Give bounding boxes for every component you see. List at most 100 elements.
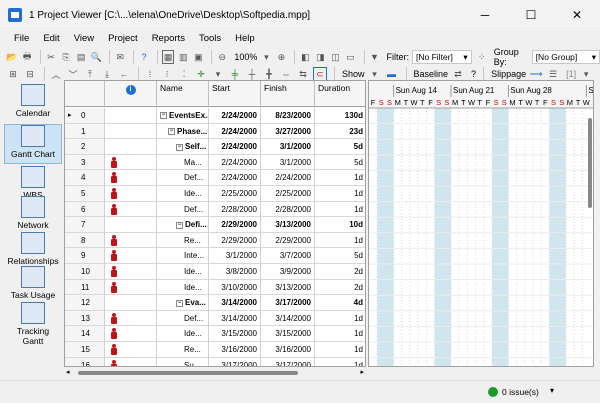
task-duration[interactable]: 2d: [315, 280, 365, 296]
menu-view[interactable]: View: [74, 33, 94, 44]
task-duration[interactable]: 23d: [315, 124, 365, 140]
task-finish[interactable]: 2/28/2000: [261, 201, 315, 218]
task-finish[interactable]: 3/1/2000: [261, 154, 315, 171]
task-name[interactable]: Re...: [157, 232, 209, 249]
cut-icon[interactable]: ✂: [45, 50, 57, 64]
task-name[interactable]: Ide...: [157, 279, 209, 296]
collapse-icon[interactable]: −: [160, 112, 167, 120]
view-network[interactable]: Network: [4, 196, 62, 236]
menu-tools[interactable]: Tools: [199, 33, 221, 44]
split-left-icon[interactable]: ◧: [299, 50, 311, 64]
task-finish[interactable]: 3/17/2000: [261, 295, 315, 311]
task-name[interactable]: Inte...: [157, 248, 209, 264]
task-name[interactable]: Def...: [157, 310, 209, 327]
task-name[interactable]: Def...: [157, 170, 209, 186]
task-name[interactable]: Ma...: [157, 154, 209, 171]
table-row[interactable]: 11 Ide... 3/10/2000 3/13/2000 2d: [65, 279, 365, 296]
vertical-scroll-thumb[interactable]: [588, 118, 592, 208]
image-icon[interactable]: ▣: [192, 50, 204, 64]
collapse-icon[interactable]: −: [176, 143, 183, 151]
task-finish[interactable]: 3/7/2000: [261, 248, 315, 264]
mail-icon[interactable]: ✉: [114, 50, 126, 64]
chevron-up-icon[interactable]: ︿: [49, 67, 63, 81]
color-icon[interactable]: ▬: [385, 67, 399, 81]
fit-width-icon[interactable]: ⇔: [279, 67, 293, 81]
task-duration[interactable]: 5d: [315, 248, 365, 264]
task-name[interactable]: − Eva...: [157, 295, 209, 311]
menu-reports[interactable]: Reports: [152, 33, 185, 44]
help-icon[interactable]: ?: [138, 50, 150, 64]
view-task-usage[interactable]: Task Usage: [4, 266, 62, 306]
outdent-icon[interactable]: ⤓: [100, 67, 114, 81]
zoom-level[interactable]: 100%: [234, 52, 257, 62]
table-row[interactable]: ▸ 0− EventsEx... 2/24/2000 8/23/2000 130d: [65, 108, 365, 124]
split-both-icon[interactable]: ◫: [329, 50, 341, 64]
arrow-left-icon[interactable]: ◂: [66, 368, 70, 376]
table-row[interactable]: 4 Def... 2/24/2000 2/24/2000 1d: [65, 170, 365, 186]
column-header-duration[interactable]: Duration: [315, 81, 365, 107]
task-start[interactable]: 3/8/2000: [209, 264, 261, 280]
task-duration[interactable]: 1d: [315, 358, 365, 366]
copy-icon[interactable]: ⎘: [60, 50, 72, 64]
task-start[interactable]: 2/24/2000: [209, 154, 261, 171]
task-name[interactable]: Ide...: [157, 264, 209, 280]
chevron-down-icon[interactable]: ﹀: [66, 67, 80, 81]
column-header-id[interactable]: [65, 81, 105, 107]
table-row[interactable]: 6 Def... 2/28/2000 2/28/2000 1d: [65, 201, 365, 218]
table-row[interactable]: 14 Ide... 3/15/2000 3/15/2000 1d: [65, 326, 365, 342]
chevron-down-icon[interactable]: ▾: [550, 386, 554, 395]
split-task-icon[interactable]: ⁚: [177, 67, 191, 81]
task-start[interactable]: 2/24/2000: [209, 170, 261, 186]
table-row[interactable]: 2 − Self... 2/24/2000 3/1/2000 5d: [65, 139, 365, 155]
chevron-down-icon[interactable]: ▾: [211, 67, 225, 81]
task-duration[interactable]: 1d: [315, 170, 365, 186]
task-name[interactable]: Su...: [157, 357, 209, 366]
task-duration[interactable]: 1d: [315, 311, 365, 327]
issue-count[interactable]: 0 issue(s): [502, 387, 539, 397]
unlink-tasks-icon[interactable]: ⁝: [160, 67, 174, 81]
chevron-down-icon[interactable]: ▾: [579, 67, 593, 81]
column-header-start[interactable]: Start: [209, 81, 261, 107]
task-name[interactable]: − Defi...: [157, 217, 209, 233]
task-start[interactable]: 3/14/2000: [209, 310, 261, 327]
view-calendar[interactable]: Calendar: [4, 84, 62, 124]
task-name[interactable]: Ide...: [157, 186, 209, 202]
task-name[interactable]: Re...: [157, 342, 209, 358]
move-icon[interactable]: ✛: [194, 67, 208, 81]
table-row[interactable]: 3 Ma... 2/24/2000 3/1/2000 5d: [65, 154, 365, 171]
link-tasks-icon[interactable]: ⁞: [143, 67, 157, 81]
task-duration[interactable]: 1d: [315, 326, 365, 342]
table-row[interactable]: 12 − Eva... 3/14/2000 3/17/2000 4d: [65, 295, 365, 311]
task-start[interactable]: 3/1/2000: [209, 248, 261, 264]
task-duration[interactable]: 10d: [315, 217, 365, 233]
slippage-count[interactable]: [1]: [566, 69, 576, 79]
task-start[interactable]: 2/28/2000: [209, 201, 261, 218]
task-duration[interactable]: 2d: [315, 264, 365, 280]
task-finish[interactable]: 2/24/2000: [261, 170, 315, 186]
close-button[interactable]: ✕: [554, 0, 600, 30]
table-row[interactable]: 5 Ide... 2/25/2000 2/25/2000 1d: [65, 186, 365, 202]
task-finish[interactable]: 3/13/2000: [261, 279, 315, 296]
horizontal-scrollbar[interactable]: ◂ ▸: [64, 368, 366, 378]
maximize-button[interactable]: ☐: [508, 0, 554, 30]
task-finish[interactable]: 8/23/2000: [261, 108, 315, 124]
chevron-down-icon[interactable]: ▾: [260, 50, 272, 64]
arrow-right-icon[interactable]: ▸: [360, 368, 364, 376]
gantt-timeline[interactable]: F S S M T W T F S S M T W T F S S M T W T F S S M T WSun Aug 14 Sun…: [369, 81, 594, 367]
view-tracking-gantt[interactable]: Tracking Gantt: [4, 302, 62, 354]
cross-icon[interactable]: ╋: [262, 67, 276, 81]
zoom-out-icon[interactable]: ⊖: [216, 50, 228, 64]
table-row[interactable]: 7 − Defi... 2/29/2000 3/13/2000 10d: [65, 217, 365, 233]
task-name[interactable]: − Self...: [157, 139, 209, 155]
task-start[interactable]: 3/14/2000: [209, 295, 261, 311]
task-name[interactable]: Def...: [157, 201, 209, 218]
task-finish[interactable]: 3/9/2000: [261, 264, 315, 280]
grid-view-icon[interactable]: ▦: [161, 50, 175, 64]
task-start[interactable]: 2/25/2000: [209, 186, 261, 202]
column-header-info[interactable]: i: [105, 81, 157, 107]
task-start[interactable]: 3/17/2000: [209, 357, 261, 366]
columns-icon[interactable]: ▥: [177, 50, 189, 64]
task-finish[interactable]: 3/14/2000: [261, 310, 315, 327]
task-finish[interactable]: 3/1/2000: [261, 139, 315, 155]
scroll-thumb[interactable]: [78, 371, 298, 375]
